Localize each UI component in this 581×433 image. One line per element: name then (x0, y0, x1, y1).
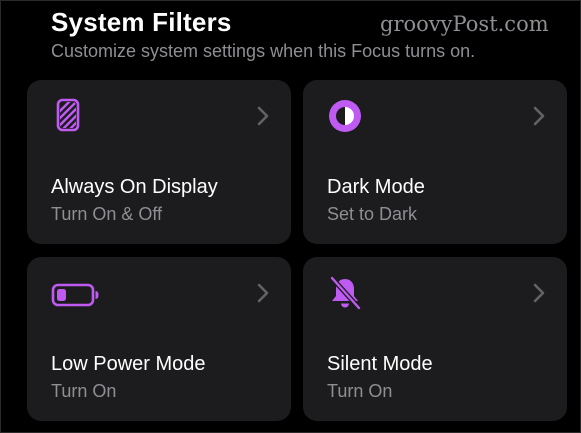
chevron-right-icon (533, 283, 545, 303)
page-title: System Filters (51, 7, 232, 37)
filter-tile-dark-mode[interactable]: Dark Mode Set to Dark (303, 80, 567, 244)
filter-status: Turn On (327, 381, 393, 401)
filter-tile-always-on-display[interactable]: Always On Display Turn On & Off (27, 80, 291, 244)
dark-mode-icon (327, 98, 363, 134)
page-subtitle: Customize system settings when this Focu… (51, 41, 476, 61)
filter-status: Turn On & Off (51, 204, 163, 224)
filter-label: Low Power Mode (51, 353, 206, 375)
filter-label: Always On Display (51, 176, 218, 198)
filter-tile-silent-mode[interactable]: Silent Mode Turn On (303, 257, 567, 421)
always-on-display-icon (51, 98, 87, 134)
filter-status: Turn On (51, 381, 117, 401)
filter-tile-low-power-mode[interactable]: Low Power Mode Turn On (27, 257, 291, 421)
watermark: groovyPost.com (380, 12, 549, 36)
chevron-right-icon (533, 106, 545, 126)
battery-icon (51, 275, 99, 311)
bell-slash-icon (327, 275, 363, 311)
chevron-right-icon (257, 283, 269, 303)
filter-status: Set to Dark (327, 204, 418, 224)
filter-label: Silent Mode (327, 353, 433, 375)
system-filters-screen: System Filters groovyPost.com Customize … (0, 0, 581, 433)
chevron-right-icon (257, 106, 269, 126)
filter-label: Dark Mode (327, 176, 425, 198)
